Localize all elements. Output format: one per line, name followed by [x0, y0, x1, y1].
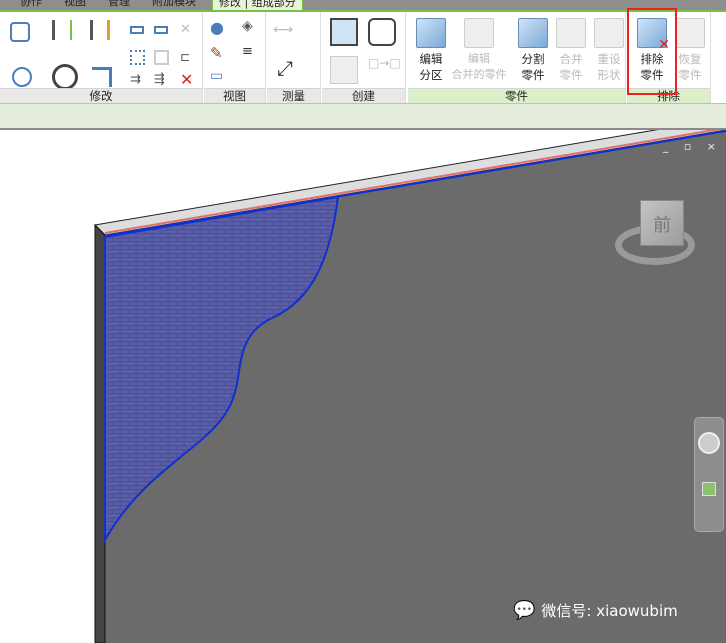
split-icon[interactable]: [52, 20, 72, 40]
lightbulb-icon[interactable]: ●: [210, 18, 230, 38]
divide-parts-icon: [518, 18, 548, 48]
label: 重设: [597, 52, 621, 66]
label: 合并的零件: [451, 68, 507, 81]
panel-label: 视图: [204, 88, 265, 103]
dimension-icon[interactable]: ⤢: [277, 56, 307, 80]
section-box-icon[interactable]: ▭: [210, 68, 230, 88]
panel-create: □→□ 创建: [322, 12, 406, 103]
paintbrush-icon[interactable]: ✎: [210, 44, 230, 64]
steering-wheel-icon[interactable]: [698, 432, 720, 454]
create-assembly-icon: □→□: [368, 56, 401, 70]
panel-measure: ⟷ ⤢ 测量: [267, 12, 321, 103]
trim-icon[interactable]: [92, 67, 112, 87]
panel-modify: ✕ ⊏ ⇉ ⇶ ✕ 修改: [0, 12, 203, 103]
override-icon[interactable]: ◈: [242, 18, 262, 38]
tab-view[interactable]: 视图: [64, 0, 86, 10]
label: 编辑: [468, 52, 490, 65]
reset-shape-button: 重设 形状: [586, 18, 632, 83]
highlight-box: [627, 8, 677, 95]
linework-icon[interactable]: ≡: [242, 44, 262, 64]
tab-addins[interactable]: 附加模块: [152, 0, 196, 10]
tab-modify-parts[interactable]: 修改 | 组成部分: [212, 0, 303, 10]
merge-parts-icon: [556, 18, 586, 48]
paint-split-icon[interactable]: [90, 20, 110, 40]
edit-merged-parts-button: 编辑 合并的零件: [446, 18, 512, 83]
viewcube[interactable]: 前: [640, 200, 684, 246]
tab-manage[interactable]: 管理: [108, 0, 130, 10]
offset-icon[interactable]: [130, 26, 144, 34]
wall-side: [94, 223, 106, 643]
panel-label: 零件: [408, 88, 625, 103]
watermark-text: 微信号: xiaowubim: [541, 602, 678, 620]
create-parts-icon: [330, 56, 358, 84]
move-icon[interactable]: [12, 67, 32, 87]
align-icon[interactable]: [10, 22, 30, 42]
delete-icon[interactable]: ✕: [180, 70, 200, 90]
restore-parts-icon: [675, 18, 705, 48]
edit-merged-icon: [464, 18, 494, 48]
panel-label: 修改: [0, 88, 202, 103]
window-controls[interactable]: _ ▫ ×: [663, 140, 722, 153]
measure-icon: ⟷: [273, 22, 294, 38]
ribbon: ✕ ⊏ ⇉ ⇶ ✕ 修改 ● ◈ ✎ ≡ ▭ 视图 ⟷ ⤢ 测量 □→□ 创建 …: [0, 10, 726, 103]
mirror-icon[interactable]: [154, 26, 168, 34]
create-similar-icon[interactable]: [368, 18, 396, 46]
watermark: 💬 微信号: xiaowubim: [513, 600, 678, 621]
create-group-icon[interactable]: [330, 18, 358, 46]
viewcube-face-label: 前: [653, 215, 671, 236]
unpin-icon: ✕: [180, 22, 191, 37]
pin-icon[interactable]: ⊏: [180, 50, 200, 70]
rotate-icon[interactable]: [52, 64, 78, 90]
wall-model: [93, 130, 726, 643]
edit-division-icon: [416, 18, 446, 48]
array-icon[interactable]: [130, 50, 145, 65]
label: 形状: [597, 68, 621, 82]
panel-parts: 编辑 分区 编辑 合并的零件 分割 零件 合并 零件 重设 形状 零件: [408, 12, 626, 103]
tab-collaborate[interactable]: 协作: [20, 0, 42, 10]
3d-viewport[interactable]: _ ▫ × 前 💬 微信号: xiaowubim: [0, 130, 726, 643]
scale-icon: [154, 50, 169, 65]
zoom-region-icon[interactable]: [702, 482, 716, 496]
reset-shape-icon: [594, 18, 624, 48]
panel-label: 测量: [267, 88, 320, 103]
panel-label: 创建: [322, 88, 405, 103]
wechat-icon: 💬: [513, 600, 536, 621]
ribbon-tabs: 协作 视图 管理 附加模块 修改 | 组成部分: [0, 0, 726, 10]
options-bar: [0, 103, 726, 130]
panel-view: ● ◈ ✎ ≡ ▭ 视图: [204, 12, 266, 103]
navigation-bar: [694, 417, 724, 532]
